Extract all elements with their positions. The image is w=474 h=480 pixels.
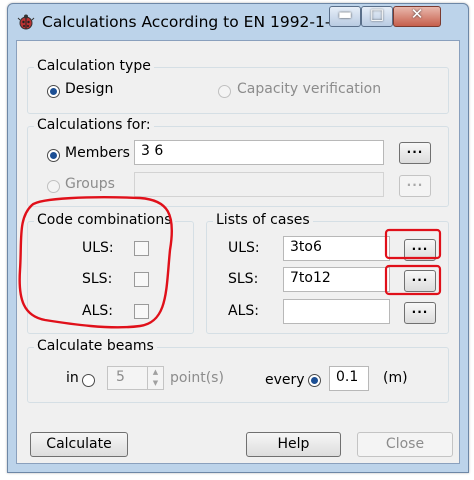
annotation-circle-code-combinations [18,196,174,329]
red-annotation-overlay [18,196,442,329]
annotation-box-sls-browse [384,264,442,296]
annotation-box-uls-browse [384,228,442,260]
